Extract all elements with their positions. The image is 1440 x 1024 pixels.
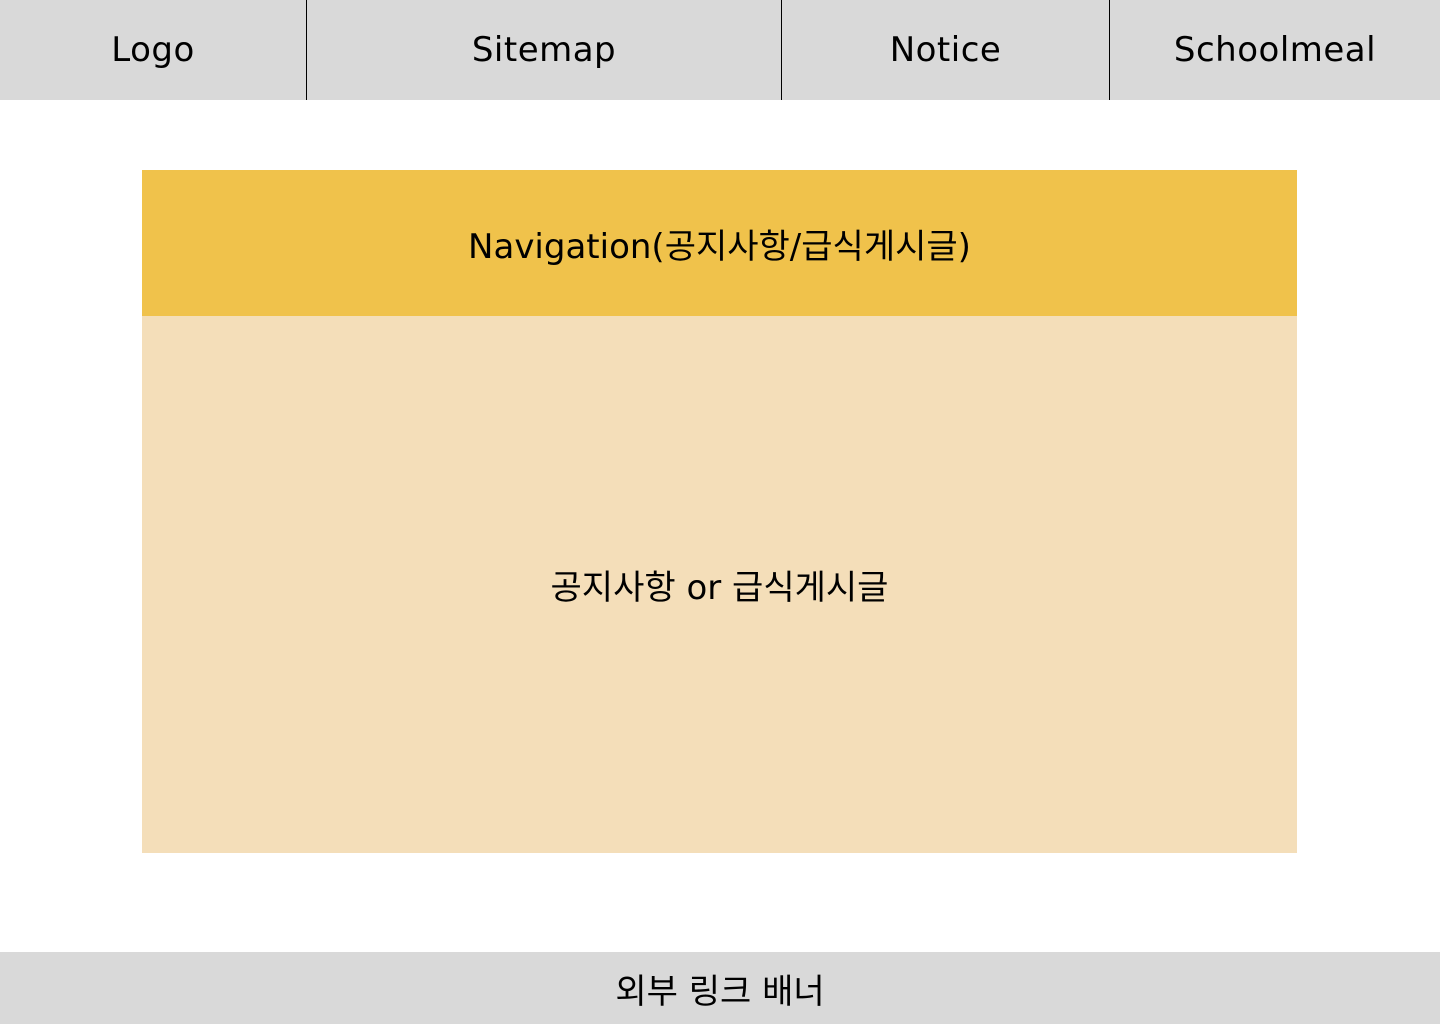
navigation-bar[interactable]: Navigation(공지사항/급식게시글) <box>142 170 1297 316</box>
main-panel: Navigation(공지사항/급식게시글) 공지사항 or 급식게시글 <box>142 170 1297 853</box>
schoolmeal-link[interactable]: Schoolmeal <box>1109 0 1440 100</box>
top-header: Logo Sitemap Notice Schoolmeal <box>0 0 1440 100</box>
notice-link[interactable]: Notice <box>781 0 1109 100</box>
content-area: 공지사항 or 급식게시글 <box>142 316 1297 853</box>
logo[interactable]: Logo <box>0 0 306 100</box>
external-link-banner[interactable]: 외부 링크 배너 <box>0 952 1440 1024</box>
sitemap-link[interactable]: Sitemap <box>306 0 781 100</box>
